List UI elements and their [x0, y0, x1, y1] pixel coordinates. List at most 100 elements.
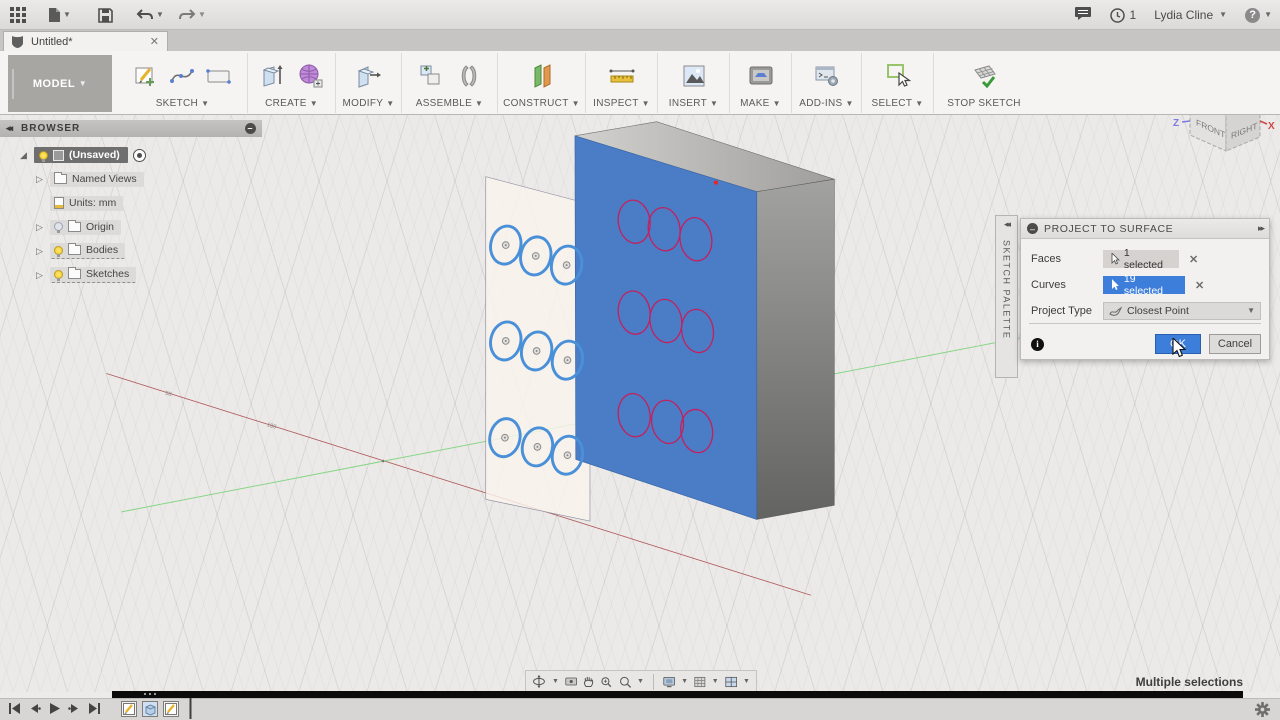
look-at-icon[interactable] [565, 675, 577, 688]
save-button[interactable] [98, 5, 113, 25]
document-tab[interactable]: Untitled* ✕ [3, 31, 168, 51]
timeline-sketch2-item[interactable] [163, 701, 179, 717]
user-account-menu[interactable]: Lydia Cline ▼ [1154, 8, 1227, 22]
workspace-label: MODEL [33, 78, 75, 90]
expand-triangle-icon[interactable]: ▷ [36, 174, 45, 185]
sketch-palette-collapsed-tab[interactable]: ◂◂ SKETCH PALETTE [995, 215, 1018, 378]
visibility-bulb-icon[interactable] [54, 246, 63, 255]
rectangle-tool-icon[interactable] [205, 63, 233, 89]
spline-icon[interactable] [169, 63, 195, 89]
create-form-icon[interactable] [296, 62, 324, 90]
group-label[interactable]: CONSTRUCT [503, 98, 568, 109]
visibility-bulb-icon[interactable] [54, 270, 63, 279]
file-menu-button[interactable]: ▼ [48, 5, 71, 25]
project-type-dropdown[interactable]: Closest Point ▼ [1103, 302, 1261, 320]
expand-triangle-icon[interactable]: ▷ [36, 270, 45, 281]
group-label[interactable]: INSERT [669, 98, 707, 109]
display-caret-icon[interactable]: ▼ [681, 678, 688, 685]
group-label[interactable]: SELECT [872, 98, 913, 109]
workspace-selector[interactable]: MODEL ▼ [8, 55, 112, 112]
browser-root-row[interactable]: ◢ (Unsaved) [20, 146, 146, 164]
faces-selection-chip[interactable]: 1 selected [1103, 250, 1179, 268]
press-pull-icon[interactable] [355, 62, 383, 90]
browser-row-origin[interactable]: ▷ Origin [36, 218, 121, 236]
orbit-caret-icon[interactable]: ▼ [552, 678, 559, 685]
skip-to-end-icon[interactable] [88, 702, 101, 715]
timeline-settings-gear-icon[interactable] [1255, 702, 1270, 717]
browser-row-bodies[interactable]: ▷ Bodies [36, 242, 125, 260]
new-component-icon[interactable] [418, 62, 446, 90]
display-settings-icon[interactable] [663, 675, 675, 689]
step-back-icon[interactable] [28, 702, 41, 715]
help-menu[interactable]: ? ▼ [1245, 8, 1272, 23]
group-label[interactable]: INSPECT [593, 98, 638, 109]
extrude-icon[interactable] [260, 62, 286, 90]
group-label[interactable]: CREATE [265, 98, 307, 109]
faces-label: Faces [1031, 253, 1103, 265]
create-sketch-icon[interactable] [133, 63, 159, 89]
play-icon[interactable] [48, 702, 61, 715]
insert-image-icon[interactable] [681, 63, 707, 89]
undo-button[interactable]: ▼ [136, 5, 164, 25]
3d-viewport[interactable]: 50 100 150 [0, 115, 1280, 692]
row-label: Bodies [86, 244, 118, 256]
addins-scripts-icon[interactable] [813, 63, 841, 89]
expand-palette-icon[interactable]: ◂◂ [1004, 219, 1009, 230]
clear-faces-icon[interactable]: ✕ [1189, 253, 1198, 266]
timeline-sketch1-item[interactable] [121, 701, 137, 717]
group-label[interactable]: ADD-INS [799, 98, 842, 109]
make-3dprint-icon[interactable] [748, 64, 774, 88]
zoom-caret-icon[interactable]: ▼ [637, 678, 644, 685]
viewports-icon[interactable] [725, 675, 737, 689]
collapse-panel-icon[interactable]: ◂◂ [6, 123, 11, 134]
grid-caret-icon[interactable]: ▼ [712, 678, 719, 685]
group-label[interactable]: ASSEMBLE [416, 98, 472, 109]
curves-selection-chip[interactable]: 19 selected [1103, 276, 1185, 294]
zoom-icon[interactable] [600, 674, 612, 690]
box-front-face-selected[interactable] [575, 136, 757, 520]
activate-radio-icon[interactable] [133, 149, 146, 162]
select-tool-icon[interactable] [885, 62, 911, 90]
dialog-pin-icon[interactable]: ▸▸ [1258, 223, 1263, 234]
step-forward-icon[interactable] [68, 702, 81, 715]
measure-icon[interactable] [608, 64, 636, 88]
browser-row-named-views[interactable]: ▷ Named Views [36, 170, 144, 188]
skip-to-start-icon[interactable] [8, 702, 21, 715]
browser-header[interactable]: ◂◂ BROWSER – [0, 120, 262, 137]
collapse-all-icon[interactable]: – [245, 123, 256, 134]
group-label[interactable]: MODIFY [343, 98, 384, 109]
cancel-button[interactable]: Cancel [1209, 334, 1261, 354]
joint-icon[interactable] [456, 63, 482, 89]
expand-triangle-icon[interactable]: ▷ [36, 222, 45, 233]
comments-icon[interactable] [1074, 6, 1092, 24]
expanded-triangle-icon[interactable]: ◢ [20, 150, 29, 161]
pan-icon[interactable] [583, 674, 594, 689]
grid-settings-icon[interactable] [694, 675, 706, 689]
group-label[interactable]: STOP SKETCH [947, 98, 1021, 109]
timeline-extrude-item[interactable] [142, 701, 158, 717]
closest-point-icon [1109, 306, 1122, 317]
browser-row-units[interactable]: Units: mm [50, 194, 123, 212]
dialog-header[interactable]: – PROJECT TO SURFACE ▸▸ [1021, 219, 1269, 239]
clear-curves-icon[interactable]: ✕ [1195, 279, 1204, 292]
visibility-bulb-off-icon[interactable] [54, 222, 63, 231]
visibility-bulb-icon[interactable] [39, 151, 48, 160]
orbit-icon[interactable] [532, 673, 546, 690]
group-label[interactable]: SKETCH [156, 98, 198, 109]
viewports-caret-icon[interactable]: ▼ [743, 678, 750, 685]
body-box[interactable] [575, 122, 834, 520]
redo-button[interactable]: ▼ [178, 5, 206, 25]
stop-sketch-icon[interactable] [969, 62, 999, 90]
app-grid-icon[interactable] [10, 5, 27, 25]
group-label[interactable]: MAKE [740, 98, 770, 109]
box-right-face[interactable] [757, 179, 835, 519]
zoom-window-icon[interactable] [619, 674, 631, 690]
job-status-button[interactable]: 1 [1110, 8, 1137, 23]
dialog-collapse-icon[interactable]: – [1027, 223, 1038, 234]
info-icon[interactable]: i [1031, 338, 1044, 351]
expand-triangle-icon[interactable]: ▷ [36, 246, 45, 257]
construct-plane-icon[interactable] [529, 62, 555, 90]
browser-row-sketches[interactable]: ▷ Sketches [36, 266, 136, 284]
close-tab-icon[interactable]: ✕ [150, 35, 159, 48]
x-axis-label: X [1268, 121, 1275, 132]
